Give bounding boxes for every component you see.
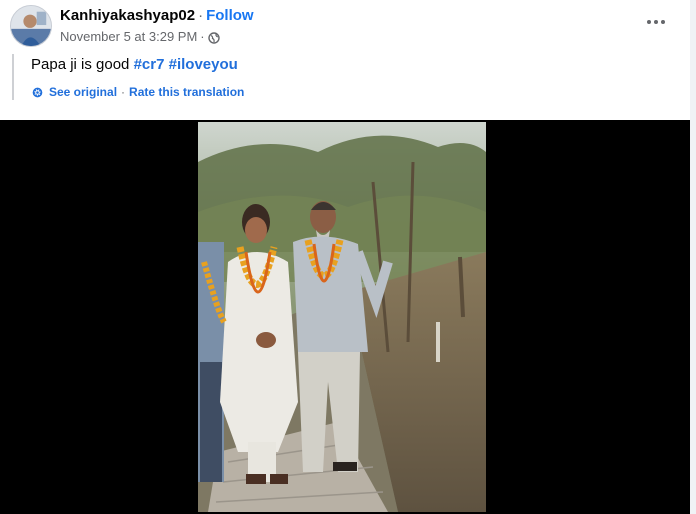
hashtag-cr7[interactable]: #cr7 [134, 56, 165, 73]
scrollbar[interactable] [690, 0, 696, 514]
more-options-icon[interactable] [642, 12, 670, 32]
rate-translation-link[interactable]: Rate this translation [129, 84, 244, 100]
hashtag-iloveyou[interactable]: #iloveyou [169, 56, 238, 73]
post-header: Kanhiyakashyap02 · Follow November 5 at 3:… [10, 4, 686, 48]
see-original-link[interactable]: See original [49, 84, 117, 100]
post-caption: Papa ji is good #cr7 #iloveyou See origi… [12, 54, 672, 100]
timestamp-row: November 5 at 3:29 PM · [60, 28, 254, 46]
video-frame [198, 122, 486, 512]
more-dot [654, 20, 658, 24]
post-timestamp[interactable]: November 5 at 3:29 PM [60, 28, 197, 46]
author-name[interactable]: Kanhiyakashyap02 [60, 7, 195, 24]
more-dot [647, 20, 651, 24]
caption-text-row: Papa ji is good #cr7 #iloveyou [31, 54, 672, 76]
gear-icon [31, 86, 44, 99]
separator-dot: · [121, 85, 126, 99]
facebook-post: Kanhiyakashyap02 · Follow November 5 at 3:… [0, 0, 696, 514]
separator-dot: · [200, 29, 205, 44]
author-row: Kanhiyakashyap02 · Follow [60, 6, 254, 26]
separator-dot: · [198, 7, 204, 24]
caption-text: Papa ji is good [31, 56, 130, 73]
post-meta: Kanhiyakashyap02 · Follow November 5 at 3:… [60, 6, 254, 46]
more-dot [661, 20, 665, 24]
translation-row: See original · Rate this translation [31, 84, 672, 100]
follow-button[interactable]: Follow [206, 7, 254, 24]
avatar-image [11, 6, 51, 46]
globe-icon [207, 31, 220, 44]
video-player[interactable] [0, 120, 690, 514]
video-still-image [198, 122, 486, 512]
author-avatar[interactable] [10, 5, 52, 47]
